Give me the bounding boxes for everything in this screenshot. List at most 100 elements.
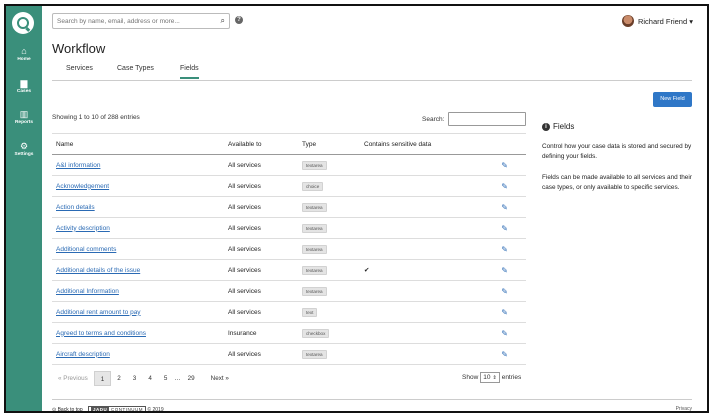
tab-case-types[interactable]: Case Types: [117, 65, 154, 77]
table-search-label: Search:: [422, 116, 445, 123]
cell-available: All services: [224, 301, 298, 323]
edit-icon[interactable]: ✎: [480, 196, 526, 218]
table-row: Activity description All services textar…: [52, 217, 526, 239]
cell-name: Additional comments: [52, 238, 224, 260]
field-link[interactable]: Additional rent amount to pay: [56, 309, 141, 316]
page-size-select[interactable]: 10 ⇕: [480, 372, 500, 383]
cell-sensitive: [360, 196, 480, 218]
column-header-actions: [480, 133, 526, 155]
table-row: Acknowledgement All services choice ✎: [52, 175, 526, 197]
edit-icon[interactable]: ✎: [480, 322, 526, 344]
app-logo[interactable]: [12, 12, 34, 34]
table-row: Additional details of the issue All serv…: [52, 259, 526, 281]
page-button-1[interactable]: 1: [93, 371, 112, 386]
footer: ⊙ Back to top JADU CONTINUUM © 2019 Priv…: [52, 399, 692, 412]
cell-available: All services: [224, 238, 298, 260]
next-page-button[interactable]: Next »: [205, 371, 235, 386]
field-link[interactable]: A&I information: [56, 162, 100, 169]
cell-name: Additional Information: [52, 280, 224, 302]
pagination: « Previous 1 2 3 4 5 … 29 Next »: [52, 371, 235, 386]
global-search: ⌕: [52, 13, 230, 29]
cell-type: textarea: [298, 280, 360, 302]
field-link[interactable]: Additional details of the issue: [56, 267, 140, 274]
sidebar-item-home[interactable]: ⌂ Home: [6, 46, 42, 62]
type-badge: textarea: [302, 160, 327, 170]
stepper-icon: ⇕: [492, 374, 497, 381]
sidebar-item-reports[interactable]: ▥ Reports: [6, 109, 42, 125]
edit-icon[interactable]: ✎: [480, 280, 526, 302]
tab-services[interactable]: Services: [66, 65, 93, 77]
field-link[interactable]: Aircraft description: [56, 351, 110, 358]
tab-fields[interactable]: Fields: [180, 65, 199, 79]
cell-sensitive: [360, 154, 480, 176]
field-link[interactable]: Activity description: [56, 225, 110, 232]
cell-name: Additional details of the issue: [52, 259, 224, 281]
page-size-value: 10: [483, 374, 491, 381]
show-label: Show: [462, 374, 479, 381]
field-link[interactable]: Additional Information: [56, 288, 119, 295]
column-header-name[interactable]: Name: [52, 133, 224, 155]
entries-label: entries: [501, 374, 522, 381]
column-header-sensitive[interactable]: Contains sensitive data: [360, 133, 480, 155]
cell-sensitive: [360, 301, 480, 323]
home-icon: ⌂: [21, 46, 27, 56]
table-row: Action details All services textarea ✎: [52, 196, 526, 218]
cell-name: Activity description: [52, 217, 224, 239]
cell-type: choice: [298, 175, 360, 197]
column-header-type[interactable]: Type: [298, 133, 360, 155]
page-button-29[interactable]: 29: [182, 371, 201, 386]
aside-description-2: Fields can be made available to all serv…: [542, 174, 692, 191]
type-badge: text: [302, 307, 318, 317]
cell-name: Aircraft description: [52, 343, 224, 365]
brand-logo: JADU CONTINUUM: [87, 406, 147, 412]
page-title: Workflow: [52, 41, 106, 56]
app-window: ⌂ Home ▆ Cases ▥ Reports ⚙ Settings ⌕ ? …: [4, 4, 709, 413]
previous-page-button[interactable]: « Previous: [52, 371, 94, 386]
privacy-link[interactable]: Privacy: [676, 406, 692, 411]
table-search-input[interactable]: [448, 112, 526, 126]
type-badge: textarea: [302, 349, 327, 359]
new-field-button[interactable]: New Field: [653, 92, 692, 107]
aside-title: i Fields: [542, 122, 574, 131]
cell-type: textarea: [298, 259, 360, 281]
edit-icon[interactable]: ✎: [480, 301, 526, 323]
sidebar-item-settings[interactable]: ⚙ Settings: [6, 141, 42, 157]
cases-icon: ▆: [20, 78, 28, 88]
edit-icon[interactable]: ✎: [480, 238, 526, 260]
search-input[interactable]: [53, 14, 213, 28]
cell-type: checkbox: [298, 322, 360, 344]
column-header-available-to[interactable]: Available to: [224, 133, 298, 155]
sidebar-item-cases[interactable]: ▆ Cases: [6, 78, 42, 94]
page-button-2[interactable]: 2: [111, 371, 127, 386]
cell-type: textarea: [298, 154, 360, 176]
table-row: Agreed to terms and conditions Insurance…: [52, 322, 526, 344]
cell-available: All services: [224, 175, 298, 197]
field-link[interactable]: Agreed to terms and conditions: [56, 330, 146, 337]
cell-name: Agreed to terms and conditions: [52, 322, 224, 344]
page-button-5[interactable]: 5: [158, 371, 174, 386]
field-link[interactable]: Action details: [56, 204, 95, 211]
page-button-3[interactable]: 3: [127, 371, 143, 386]
cell-sensitive: [360, 175, 480, 197]
field-link[interactable]: Additional comments: [56, 246, 116, 253]
table-row: A&I information All services textarea ✎: [52, 154, 526, 176]
edit-icon[interactable]: ✎: [480, 154, 526, 176]
back-to-top-link[interactable]: ⊙ Back to top: [52, 407, 83, 411]
type-badge: textarea: [302, 286, 327, 296]
edit-icon[interactable]: ✎: [480, 175, 526, 197]
page-button-4[interactable]: 4: [142, 371, 158, 386]
cell-type: text: [298, 301, 360, 323]
cell-name: Action details: [52, 196, 224, 218]
edit-icon[interactable]: ✎: [480, 343, 526, 365]
user-menu[interactable]: Richard Friend ▾: [621, 15, 693, 27]
edit-icon[interactable]: ✎: [480, 217, 526, 239]
table-header-row: Name Available to Type Contains sensitiv…: [52, 133, 526, 155]
info-icon: i: [542, 122, 550, 131]
table-row: Aircraft description All services textar…: [52, 343, 526, 365]
help-icon[interactable]: ?: [235, 16, 243, 24]
aside-description-1: Control how your case data is stored and…: [542, 143, 692, 160]
edit-icon[interactable]: ✎: [480, 259, 526, 281]
brand-logo-part: CONTINUUM: [111, 407, 144, 412]
search-icon[interactable]: ⌕: [221, 16, 225, 26]
field-link[interactable]: Acknowledgement: [56, 183, 109, 190]
